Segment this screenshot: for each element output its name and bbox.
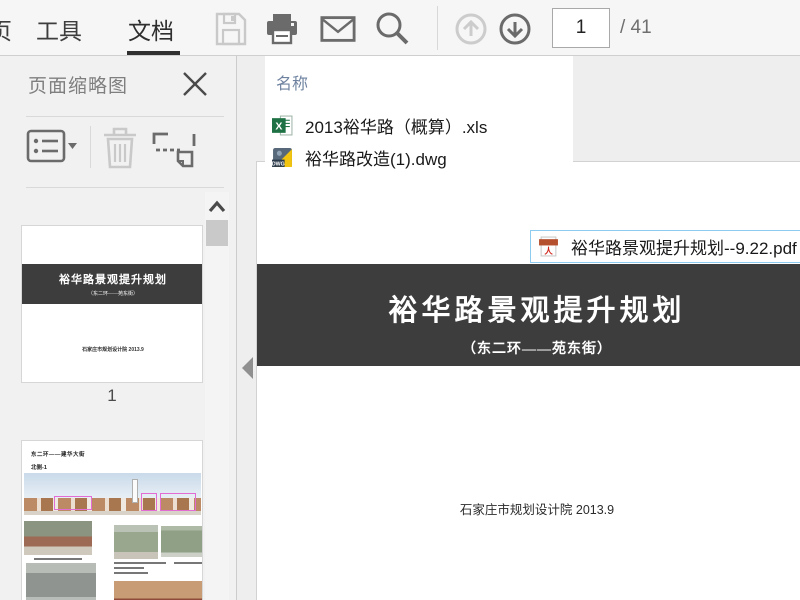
close-icon bbox=[183, 72, 207, 96]
next-page-button[interactable] bbox=[497, 11, 533, 47]
highlight-rect bbox=[54, 496, 92, 510]
tab-home-partial[interactable]: 页 bbox=[0, 12, 12, 46]
street-photo bbox=[161, 526, 202, 557]
thumbnails-sidebar: 页面缩略图 裕华路景观提升规划 （东二环——苑东街） 石家庄市规划设计院 201… bbox=[0, 56, 237, 600]
file-name: 裕华路景观提升规划--9.22.pdf bbox=[571, 239, 797, 258]
street-photo bbox=[24, 521, 92, 555]
document-subtitle: （东二环——苑东街） bbox=[462, 342, 612, 357]
dwg-file-icon: DWG bbox=[272, 148, 292, 167]
scrollbar-up-button[interactable] bbox=[206, 198, 228, 216]
thumbnail1-footer: 石家庄市规划设计院 2013.9 bbox=[82, 347, 144, 353]
organize-pages-icon bbox=[152, 132, 196, 168]
tab-document[interactable]: 文档 bbox=[128, 12, 174, 46]
file-name: 2013裕华路（概算）.xls bbox=[305, 118, 488, 137]
search-icon bbox=[376, 12, 409, 45]
file-item-pdf-selected[interactable]: 人 裕华路景观提升规划--9.22.pdf bbox=[530, 230, 800, 263]
caption-placeholder bbox=[34, 558, 82, 560]
page-total-label: / 41 bbox=[620, 17, 652, 38]
envelope-icon bbox=[320, 16, 356, 42]
scrollbar-thumb[interactable] bbox=[206, 220, 228, 246]
storefront-photo bbox=[114, 581, 202, 600]
caption-placeholder bbox=[174, 562, 202, 564]
page-thumbnail-1[interactable]: 裕华路景观提升规划 （东二环——苑东街） 石家庄市规划设计院 2013.9 bbox=[21, 225, 203, 383]
svg-text:X: X bbox=[275, 121, 282, 133]
tab-tools[interactable]: 工具 bbox=[36, 12, 82, 46]
caption-placeholder bbox=[114, 572, 148, 574]
thumbnail1-title: 裕华路景观提升规划 bbox=[59, 274, 167, 286]
panorama-sign bbox=[132, 479, 138, 503]
page-number-input[interactable] bbox=[552, 8, 610, 48]
file-item-dwg[interactable]: DWG 裕华路改造(1).dwg bbox=[265, 142, 573, 173]
thumbnail2-section-label: 北侧-1 bbox=[31, 465, 47, 471]
svg-text:DWG: DWG bbox=[272, 161, 285, 167]
panorama-ground bbox=[24, 511, 201, 515]
toolbar: 页 工具 文档 1 / 41 bbox=[0, 0, 800, 56]
app-window: 页 工具 文档 1 / 41 页面缩略图 裕华路景观提升规划 （东二环——苑东街… bbox=[0, 0, 800, 600]
chevron-up-icon bbox=[208, 200, 226, 213]
svg-text:人: 人 bbox=[544, 246, 553, 256]
organize-pages-button[interactable] bbox=[150, 126, 198, 170]
caption-placeholder bbox=[114, 562, 166, 564]
document-footer: 石家庄市规划设计院 2013.9 bbox=[459, 503, 615, 517]
sidebar-divider bbox=[26, 187, 224, 188]
thumbnail2-panorama-image bbox=[24, 473, 201, 515]
search-button[interactable] bbox=[375, 11, 411, 47]
sidebar-collapse-handle[interactable] bbox=[242, 357, 253, 379]
sidebar-panel-title: 页面缩略图 bbox=[28, 76, 129, 97]
file-list-panel: 名称 X 2013裕华路（概算）.xls DWG 裕华路改造(1).dwg 人 … bbox=[265, 56, 800, 263]
thumbnail2-title: 东二环——建华大街 bbox=[31, 452, 86, 458]
thumbnail1-title-band: 裕华路景观提升规划 （东二环——苑东街） bbox=[22, 264, 202, 304]
highlight-rect bbox=[160, 493, 196, 511]
caption-placeholder bbox=[114, 567, 144, 569]
delete-page-button[interactable] bbox=[100, 126, 140, 170]
document-title: 裕华路景观提升规划 bbox=[388, 295, 686, 327]
document-title-band: 裕华路景观提升规划 （东二环——苑东街） bbox=[257, 264, 800, 366]
list-options-icon bbox=[26, 129, 77, 163]
active-tab-underline bbox=[127, 51, 180, 55]
file-list-name-column-header[interactable]: 名称 bbox=[276, 70, 308, 94]
sidebar-divider bbox=[26, 116, 224, 117]
sidebar-scrollbar[interactable] bbox=[205, 192, 229, 600]
page-number-label: 1 bbox=[107, 386, 117, 405]
previous-page-button[interactable] bbox=[453, 11, 489, 47]
highlight-rect bbox=[141, 493, 157, 511]
pdf-page: 裕华路景观提升规划 （东二环——苑东街） 石家庄市规划设计院 2013.9 bbox=[256, 161, 800, 600]
save-icon bbox=[215, 12, 247, 46]
printer-icon bbox=[267, 14, 297, 45]
file-name: 裕华路改造(1).dwg bbox=[305, 150, 447, 169]
email-button[interactable] bbox=[320, 11, 356, 47]
trash-icon bbox=[104, 127, 136, 169]
excel-file-icon: X bbox=[272, 115, 293, 136]
file-item-xls[interactable]: X 2013裕华路（概算）.xls bbox=[265, 110, 573, 141]
thumbnail-options-button[interactable] bbox=[26, 126, 78, 166]
thumbnail1-subtitle: （东二环——苑东街） bbox=[87, 292, 138, 297]
toolbar-divider bbox=[437, 6, 438, 50]
arrow-up-circle-icon bbox=[455, 13, 487, 45]
save-button[interactable] bbox=[213, 11, 249, 47]
arrow-down-circle-icon bbox=[499, 13, 531, 45]
page-thumbnail-2[interactable]: 东二环——建华大街 北侧-1 bbox=[21, 440, 203, 600]
print-button[interactable] bbox=[264, 11, 300, 47]
sidebar-tools-divider bbox=[90, 126, 91, 168]
street-photo bbox=[26, 563, 96, 600]
street-photo bbox=[114, 525, 158, 559]
sidebar-close-button[interactable] bbox=[180, 69, 210, 99]
pdf-file-icon: 人 bbox=[539, 236, 558, 257]
